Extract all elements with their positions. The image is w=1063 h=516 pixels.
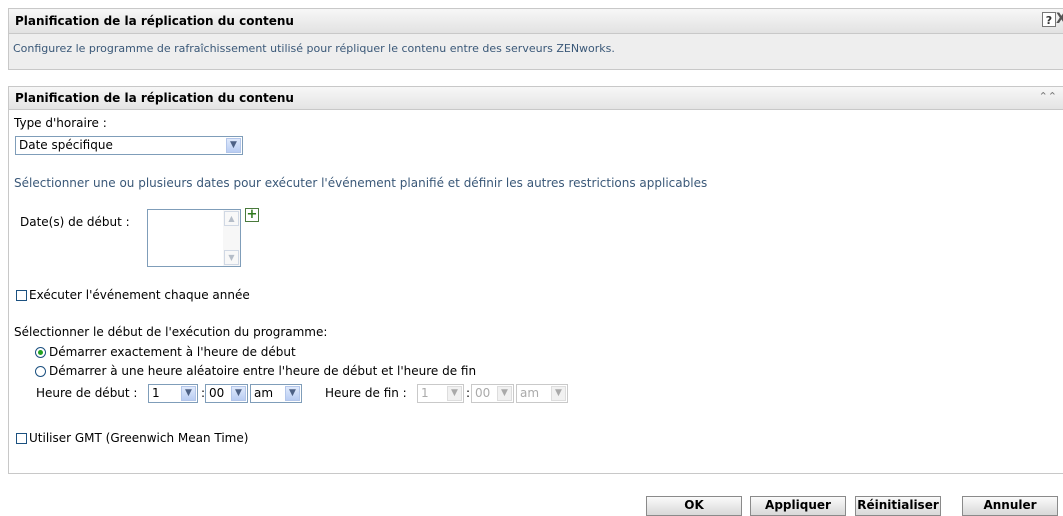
page-title: Planification de la réplication du conte… <box>15 14 294 28</box>
chevron-down-icon: ▼ <box>226 138 241 153</box>
start-minute-value: 00 <box>209 386 225 400</box>
panel-title: Planification de la réplication du conte… <box>15 91 294 105</box>
schedule-panel: Planification de la réplication du conte… <box>8 86 1063 474</box>
cancel-button[interactable]: Annuler <box>962 496 1058 516</box>
start-minute-select[interactable]: 00 ▼ <box>205 384 248 403</box>
schedule-type-value: Date spécifique <box>19 138 113 152</box>
add-date-button[interactable]: + <box>245 208 259 222</box>
end-minute-select[interactable]: 00 ▼ <box>471 384 514 403</box>
end-hour-select[interactable]: 1 ▼ <box>417 384 464 403</box>
radio-start-random-label: Démarrer à une heure aléatoire entre l'h… <box>49 364 477 378</box>
time-separator: : <box>466 386 471 400</box>
chevron-down-icon: ▼ <box>497 386 512 401</box>
radio-start-exact-label: Démarrer exactement à l'heure de début <box>49 345 296 359</box>
reset-button[interactable]: Réinitialiser <box>855 496 941 516</box>
start-ampm-select[interactable]: am ▼ <box>250 384 302 403</box>
schedule-type-label: Type d'horaire : <box>14 116 107 130</box>
radio-start-random[interactable] <box>35 366 46 377</box>
schedule-type-select[interactable]: Date spécifique ▼ <box>15 136 243 155</box>
gmt-checkbox[interactable] <box>16 433 27 444</box>
listbox-scrollbar[interactable]: ▲ ▼ <box>223 210 240 266</box>
start-mode-label: Sélectionner le début de l'exécution du … <box>14 325 328 339</box>
yearly-checkbox-label: Exécuter l'événement chaque année <box>29 288 250 302</box>
ok-button[interactable]: OK <box>646 496 742 516</box>
apply-button[interactable]: Appliquer <box>750 496 846 516</box>
help-icon[interactable]: ? <box>1042 12 1056 27</box>
end-minute-value: 00 <box>475 386 491 400</box>
start-dates-listbox[interactable]: ▲ ▼ <box>147 209 241 267</box>
end-hour-value: 1 <box>421 386 429 400</box>
chevron-down-icon: ▼ <box>285 386 300 401</box>
chevron-down-icon: ▼ <box>181 386 196 401</box>
chevron-down-icon: ▼ <box>231 386 246 401</box>
page-header: Planification de la réplication du conte… <box>8 8 1063 70</box>
start-hour-value: 1 <box>152 386 160 400</box>
page-description: Configurez le programme de rafraîchissem… <box>13 42 615 55</box>
start-hour-select[interactable]: 1 ▼ <box>148 384 198 403</box>
yearly-checkbox[interactable] <box>16 290 27 301</box>
start-time-label: Heure de début : <box>36 386 138 400</box>
chevron-down-icon: ▼ <box>447 386 462 401</box>
scroll-up-icon[interactable]: ▲ <box>224 211 239 226</box>
gmt-checkbox-label: Utiliser GMT (Greenwich Mean Time) <box>29 431 249 445</box>
start-dates-label: Date(s) de début : <box>20 215 130 229</box>
close-icon[interactable]: X <box>1056 11 1063 27</box>
end-ampm-value: am <box>520 386 540 400</box>
end-ampm-select[interactable]: am ▼ <box>516 384 568 403</box>
collapse-icon[interactable]: ⌃⌃ <box>1039 90 1057 103</box>
panel-header: Planification de la réplication du conte… <box>9 87 1063 110</box>
page-header-bar: Planification de la réplication du conte… <box>9 9 1063 34</box>
end-time-label: Heure de fin : <box>325 386 407 400</box>
instruction-text: Sélectionner une ou plusieurs dates pour… <box>14 176 708 190</box>
start-ampm-value: am <box>254 386 274 400</box>
chevron-down-icon: ▼ <box>551 386 566 401</box>
radio-start-exact[interactable] <box>35 347 46 358</box>
scroll-down-icon[interactable]: ▼ <box>224 250 239 265</box>
